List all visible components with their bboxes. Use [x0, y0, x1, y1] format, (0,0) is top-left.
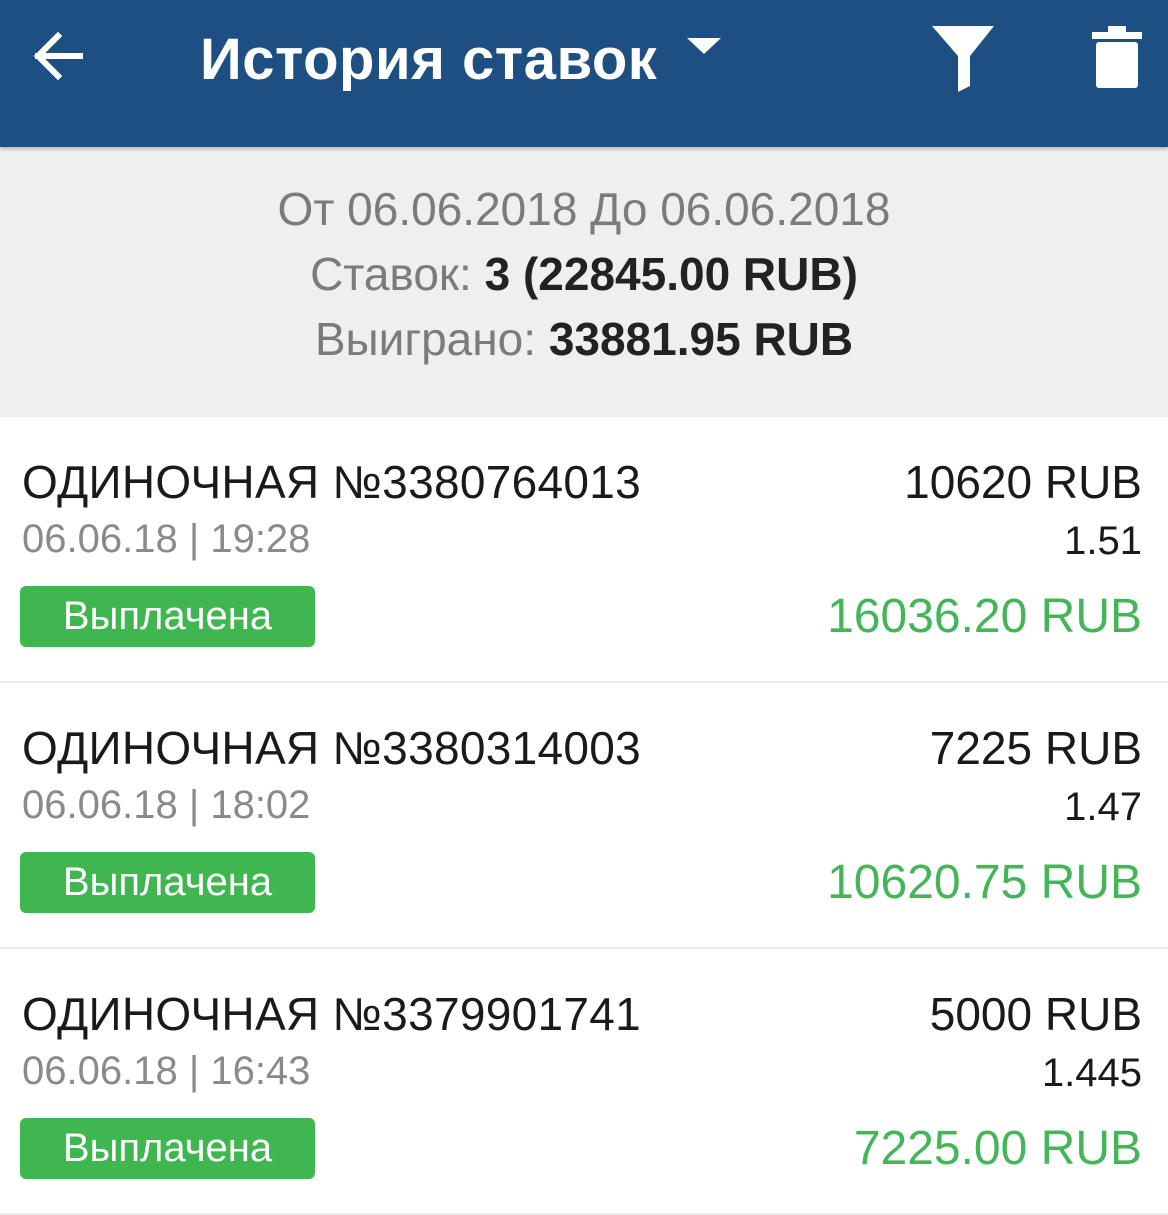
bet-stake: 7225 RUB: [929, 722, 1142, 774]
status-badge: Выплачена: [20, 586, 315, 647]
bet-win: 7225.00 RUB: [853, 1122, 1142, 1175]
bet-name: ОДИНОЧНАЯ №3379901741: [22, 988, 642, 1040]
bet-stake: 10620 RUB: [904, 456, 1142, 508]
status-badge: Выплачена: [20, 852, 315, 913]
summary-panel: От 06.06.2018 До 06.06.2018 Ставок: 3 (2…: [0, 147, 1168, 417]
bets-value: 3 (22845.00 RUB): [484, 248, 858, 300]
won-summary: Выиграно: 33881.95 RUB: [0, 307, 1168, 372]
arrow-left-icon[interactable]: [28, 24, 92, 88]
caret-down-icon: [687, 38, 722, 54]
title-dropdown[interactable]: История ставок: [200, 22, 722, 98]
bet-coefficient: 1.445: [1041, 1051, 1142, 1095]
bet-coefficient: 1.51: [1064, 519, 1142, 563]
status-badge: Выплачена: [20, 1118, 315, 1179]
bet-coefficient: 1.47: [1064, 785, 1142, 829]
period-text: От 06.06.2018 До 06.06.2018: [277, 183, 891, 235]
bet-stake: 5000 RUB: [929, 988, 1142, 1040]
bet-datetime: 06.06.18 | 16:43: [22, 1049, 311, 1093]
trash-icon[interactable]: [1092, 26, 1142, 88]
bet-datetime: 06.06.18 | 19:28: [22, 517, 311, 561]
bets-label: Ставок:: [310, 248, 472, 300]
bet-name: ОДИНОЧНАЯ №3380764013: [22, 456, 642, 508]
bet-item[interactable]: ОДИНОЧНАЯ №3379901741 06.06.18 | 16:43 В…: [0, 949, 1168, 1215]
bet-win: 16036.20 RUB: [827, 590, 1142, 643]
page-title: История ставок: [200, 27, 658, 92]
won-value: 33881.95 RUB: [548, 313, 854, 365]
bet-win: 10620.75 RUB: [827, 856, 1142, 909]
bet-item[interactable]: ОДИНОЧНАЯ №3380314003 06.06.18 | 18:02 В…: [0, 683, 1168, 949]
bets-summary: Ставок: 3 (22845.00 RUB): [0, 242, 1168, 307]
bet-name: ОДИНОЧНАЯ №3380314003: [22, 722, 642, 774]
bet-datetime: 06.06.18 | 18:02: [22, 783, 311, 827]
filter-icon[interactable]: [930, 24, 996, 94]
bet-item[interactable]: ОДИНОЧНАЯ №3380764013 06.06.18 | 19:28 В…: [0, 417, 1168, 683]
won-label: Выиграно:: [314, 313, 537, 365]
app-bar: История ставок: [0, 0, 1168, 147]
